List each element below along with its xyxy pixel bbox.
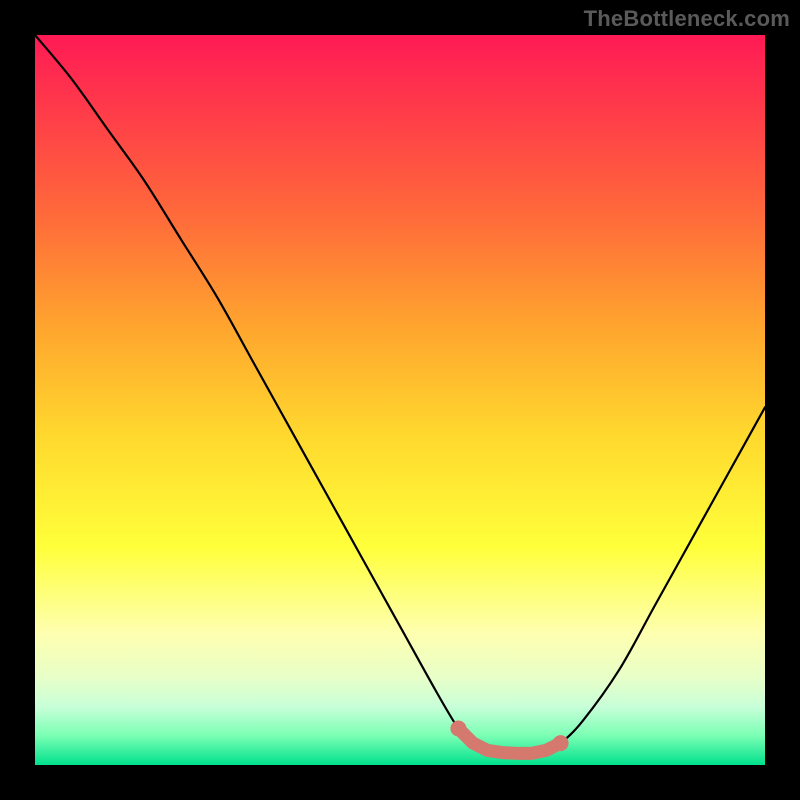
chart-container: TheBottleneck.com	[0, 0, 800, 800]
attribution-text: TheBottleneck.com	[584, 6, 790, 32]
optimal-range-markers	[450, 721, 568, 754]
optimal-range-endpoint	[553, 735, 569, 751]
plot-area	[35, 35, 765, 765]
optimal-range-band	[458, 729, 560, 754]
curve-svg	[35, 35, 765, 765]
optimal-range-endpoint	[450, 721, 466, 737]
bottleneck-curve	[35, 35, 765, 755]
